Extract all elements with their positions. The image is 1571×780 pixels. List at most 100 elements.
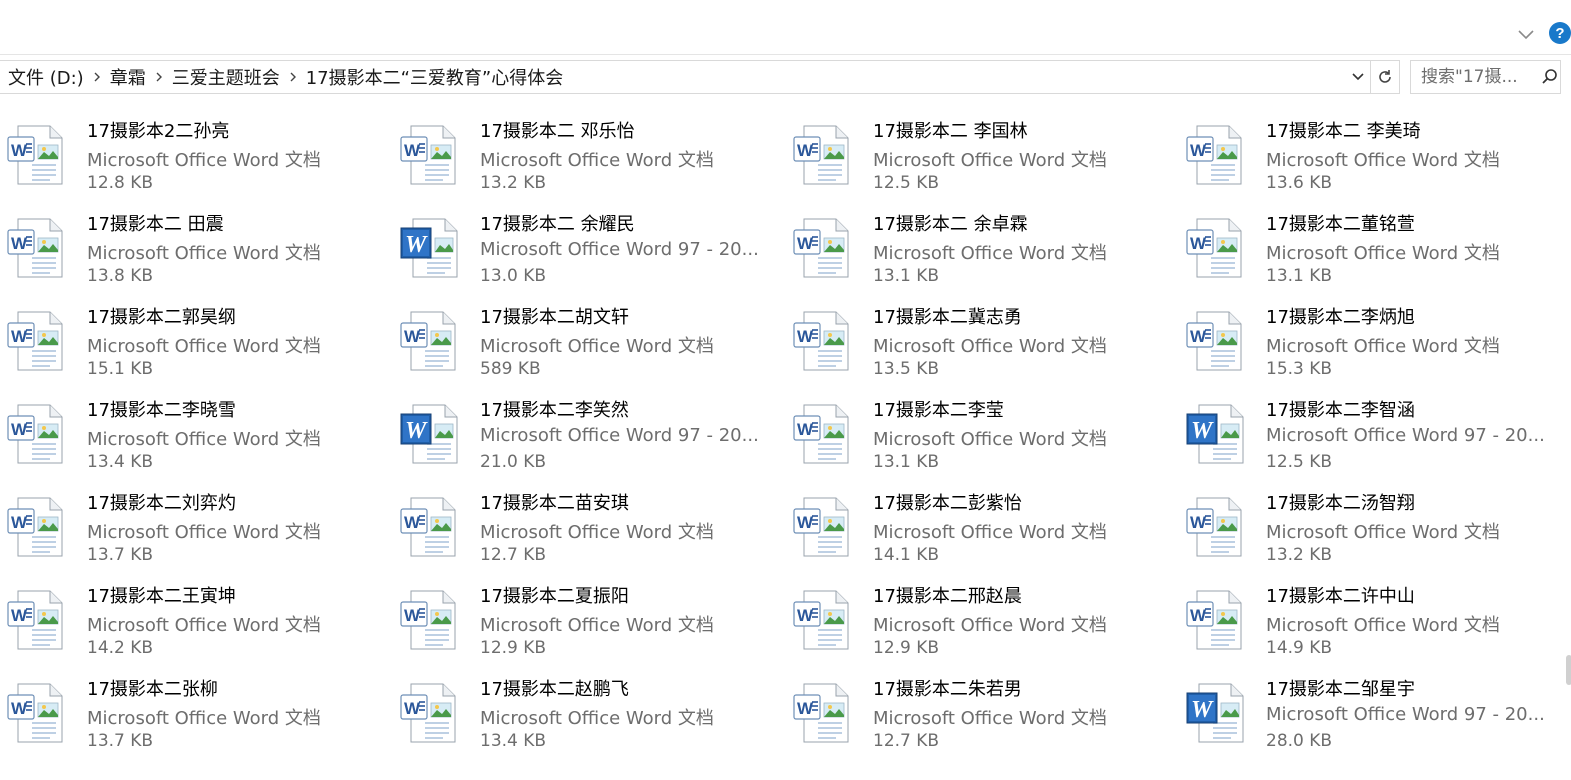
word-document-icon: W: [1185, 588, 1249, 652]
svg-text:W: W: [11, 699, 28, 718]
file-item[interactable]: W 17摄影本二李晓雪 Microsoft Office Word 文档 13.…: [0, 392, 393, 485]
word-document-icon: W: [792, 495, 856, 559]
expand-ribbon-button[interactable]: [1516, 24, 1536, 44]
chevron-right-icon[interactable]: [282, 71, 304, 83]
search-input[interactable]: [1421, 67, 1539, 87]
file-name: 17摄影本二李笑然: [480, 400, 629, 421]
svg-text:W: W: [797, 606, 814, 625]
navigation-row: 文件 (D:) 章霜 三爱主题班会 17摄影本二“三爱教育”心得体会: [0, 60, 1571, 96]
scrollbar-thumb[interactable]: [1566, 655, 1571, 685]
file-item[interactable]: W 17摄影本二 李国林 Microsoft Office Word 文档 12…: [786, 113, 1179, 206]
word-document-icon: W: [399, 495, 463, 559]
file-size: 21.0 KB: [480, 452, 547, 472]
file-item[interactable]: W 17摄影本二王寅坤 Microsoft Office Word 文档 14.…: [0, 578, 393, 671]
file-size: 13.7 KB: [87, 545, 154, 565]
file-type: Microsoft Office Word 文档: [873, 243, 1107, 264]
file-name: 17摄影本二彭紫怡: [873, 493, 1022, 514]
file-name: 17摄影本二 余耀民: [480, 214, 635, 235]
breadcrumb-item-current[interactable]: 17摄影本二“三爱教育”心得体会: [304, 64, 566, 90]
file-type: Microsoft Office Word 文档: [873, 150, 1107, 171]
file-name: 17摄影本二 邓乐怡: [480, 121, 635, 142]
file-name: 17摄影本二胡文轩: [480, 307, 629, 328]
file-size: 13.4 KB: [87, 452, 154, 472]
file-item[interactable]: W 17摄影本二李莹 Microsoft Office Word 文档 13.1…: [786, 392, 1179, 485]
file-size: 13.1 KB: [873, 266, 940, 286]
file-item[interactable]: W 17摄影本二董铭萱 Microsoft Office Word 文档 13.…: [1179, 206, 1571, 299]
file-item[interactable]: W 17摄影本二李笑然 Microsoft Office Word 97 - 2…: [393, 392, 786, 485]
word-document-icon: W: [399, 588, 463, 652]
word-document-icon: W: [6, 402, 70, 466]
file-size: 13.1 KB: [873, 452, 940, 472]
breadcrumb-item-drive[interactable]: 文件 (D:): [6, 64, 86, 90]
word-document-icon: W: [399, 309, 463, 373]
file-type: Microsoft Office Word 文档: [1266, 150, 1500, 171]
help-button[interactable]: ?: [1549, 22, 1571, 44]
address-bar[interactable]: 文件 (D:) 章霜 三爱主题班会 17摄影本二“三爱教育”心得体会: [0, 60, 1400, 94]
file-item[interactable]: W 17摄影本二许中山 Microsoft Office Word 文档 14.…: [1179, 578, 1571, 671]
search-icon[interactable]: [1539, 66, 1560, 88]
file-type: Microsoft Office Word 97 - 20...: [1266, 704, 1545, 725]
search-box[interactable]: [1410, 60, 1561, 94]
file-size: 13.2 KB: [480, 173, 547, 193]
file-name: 17摄影本二苗安琪: [480, 493, 629, 514]
chevron-right-icon[interactable]: [86, 71, 108, 83]
chevron-down-icon: [1352, 73, 1364, 81]
file-size: 12.7 KB: [480, 545, 547, 565]
file-name: 17摄影本二王寅坤: [87, 586, 236, 607]
svg-text:W: W: [797, 327, 814, 346]
file-name: 17摄影本二刘弈灼: [87, 493, 236, 514]
file-item[interactable]: W 17摄影本二 李美琦 Microsoft Office Word 文档 13…: [1179, 113, 1571, 206]
file-item[interactable]: W 17摄影本二 余耀民 Microsoft Office Word 97 - …: [393, 206, 786, 299]
file-item[interactable]: W 17摄影本二汤智翔 Microsoft Office Word 文档 13.…: [1179, 485, 1571, 578]
file-item[interactable]: W 17摄影本二 田震 Microsoft Office Word 文档 13.…: [0, 206, 393, 299]
chevron-down-icon: [1518, 30, 1534, 40]
file-size: 28.0 KB: [1266, 731, 1333, 751]
word-document-icon: W: [1185, 123, 1249, 187]
file-name: 17摄影本二邢赵晨: [873, 586, 1022, 607]
word-document-icon: W: [6, 588, 70, 652]
breadcrumb-item-folder2[interactable]: 三爱主题班会: [170, 64, 282, 90]
word-document-icon: W: [399, 123, 463, 187]
file-item[interactable]: W 17摄影本二 邓乐怡 Microsoft Office Word 文档 13…: [393, 113, 786, 206]
file-type: Microsoft Office Word 文档: [1266, 336, 1500, 357]
svg-text:W: W: [405, 418, 428, 444]
svg-text:W: W: [11, 420, 28, 439]
file-size: 13.7 KB: [87, 731, 154, 751]
word-document-icon: W: [792, 216, 856, 280]
breadcrumb-item-folder1[interactable]: 章霜: [108, 64, 148, 90]
file-name: 17摄影本二郭昊纲: [87, 307, 236, 328]
file-item[interactable]: W 17摄影本二邢赵晨 Microsoft Office Word 文档 12.…: [786, 578, 1179, 671]
file-item[interactable]: W 17摄影本二赵鹏飞 Microsoft Office Word 文档 13.…: [393, 671, 786, 764]
file-type: Microsoft Office Word 文档: [87, 336, 321, 357]
file-type: Microsoft Office Word 97 - 20...: [480, 239, 759, 260]
file-type: Microsoft Office Word 文档: [480, 522, 714, 543]
file-size: 14.2 KB: [87, 638, 154, 658]
svg-text:W: W: [797, 699, 814, 718]
word-97-document-icon: W: [399, 216, 463, 280]
file-item[interactable]: W 17摄影本二 余卓霖 Microsoft Office Word 文档 13…: [786, 206, 1179, 299]
svg-text:W: W: [797, 420, 814, 439]
file-item[interactable]: W 17摄影本二冀志勇 Microsoft Office Word 文档 13.…: [786, 299, 1179, 392]
word-document-icon: W: [792, 588, 856, 652]
file-item[interactable]: W 17摄影本二郭昊纲 Microsoft Office Word 文档 15.…: [0, 299, 393, 392]
svg-text:W: W: [1190, 606, 1207, 625]
word-document-icon: W: [6, 681, 70, 745]
file-item[interactable]: W 17摄影本二胡文轩 Microsoft Office Word 文档 589…: [393, 299, 786, 392]
chevron-right-icon[interactable]: [148, 71, 170, 83]
file-item[interactable]: W 17摄影本二刘弈灼 Microsoft Office Word 文档 13.…: [0, 485, 393, 578]
file-item[interactable]: W 17摄影本2二孙亮 Microsoft Office Word 文档 12.…: [0, 113, 393, 206]
address-history-button[interactable]: [1346, 61, 1370, 93]
file-name: 17摄影本二张柳: [87, 679, 218, 700]
file-item[interactable]: W 17摄影本二张柳 Microsoft Office Word 文档 13.7…: [0, 671, 393, 764]
file-item[interactable]: W 17摄影本二苗安琪 Microsoft Office Word 文档 12.…: [393, 485, 786, 578]
file-item[interactable]: W 17摄影本二彭紫怡 Microsoft Office Word 文档 14.…: [786, 485, 1179, 578]
file-item[interactable]: W 17摄影本二邹星宇 Microsoft Office Word 97 - 2…: [1179, 671, 1571, 764]
refresh-button[interactable]: [1370, 61, 1399, 93]
file-item[interactable]: W 17摄影本二夏振阳 Microsoft Office Word 文档 12.…: [393, 578, 786, 671]
file-item[interactable]: W 17摄影本二朱若男 Microsoft Office Word 文档 12.…: [786, 671, 1179, 764]
file-type: Microsoft Office Word 文档: [480, 150, 714, 171]
file-size: 13.6 KB: [1266, 173, 1333, 193]
file-item[interactable]: W 17摄影本二李炳旭 Microsoft Office Word 文档 15.…: [1179, 299, 1571, 392]
svg-text:W: W: [404, 141, 421, 160]
file-item[interactable]: W 17摄影本二李智涵 Microsoft Office Word 97 - 2…: [1179, 392, 1571, 485]
